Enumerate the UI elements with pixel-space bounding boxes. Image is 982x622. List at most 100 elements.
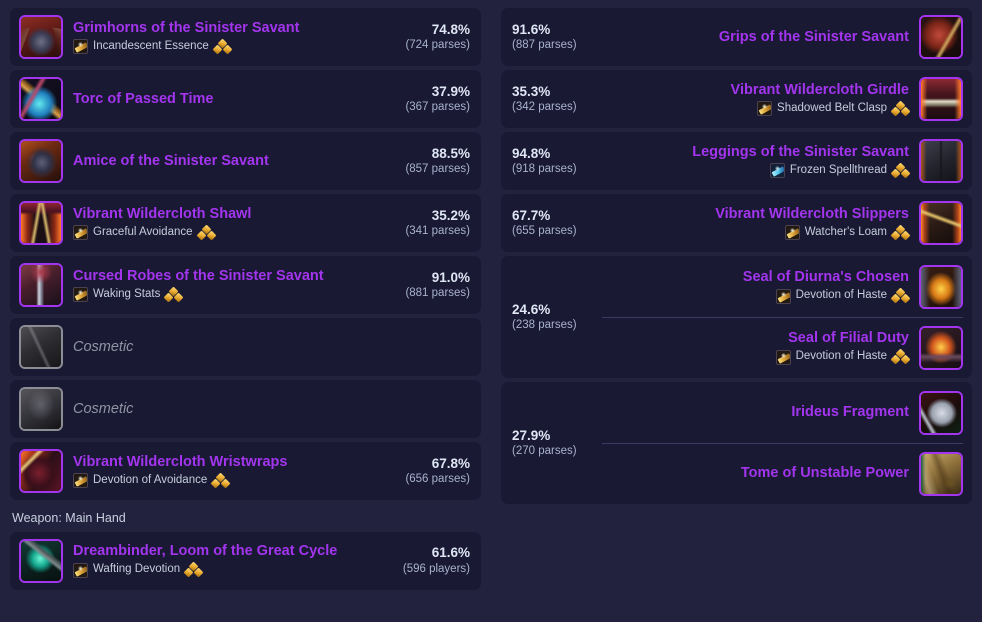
gear-info: Grips of the Sinister Savant (602, 29, 919, 45)
item-name[interactable]: Seal of Diurna's Chosen (743, 269, 909, 285)
usage-percent: 74.8% (431, 21, 470, 37)
gear-row-weapon[interactable]: Dreambinder, Loom of the Great Cycle Waf… (10, 531, 481, 590)
trinket-tome-icon[interactable] (919, 451, 963, 496)
gear-info: Leggings of the Sinister Savant Frozen S… (602, 144, 919, 179)
enchant-name: Shadowed Belt Clasp (777, 101, 887, 114)
item-name[interactable]: Grips of the Sinister Savant (719, 29, 909, 45)
item-name[interactable]: Torc of Passed Time (73, 91, 213, 107)
group-item[interactable]: Irideus Fragment (602, 383, 963, 443)
back-icon[interactable] (19, 201, 63, 245)
gear-row[interactable]: Cursed Robes of the Sinister Savant Waki… (10, 256, 481, 314)
parse-count: (367 parses) (405, 101, 470, 114)
usage-percent: 91.6% (512, 21, 551, 37)
gear-info: Dreambinder, Loom of the Great Cycle Waf… (63, 543, 386, 578)
gear-info: Torc of Passed Time (63, 91, 386, 107)
item-name[interactable]: Vibrant Wildercloth Slippers (715, 206, 909, 222)
belt-icon[interactable] (919, 77, 963, 121)
right-gear-column: 91.6% (887 parses) Grips of the Sinister… (491, 0, 982, 622)
gear-stats: 37.9% (367 parses) (386, 84, 472, 114)
gear-stats: 27.9% (270 parses) (510, 428, 602, 458)
usage-percent: 61.6% (431, 545, 470, 561)
gear-row[interactable]: 67.7% (655 parses) Vibrant Wildercloth S… (501, 194, 972, 252)
gear-info: Tome of Unstable Power (602, 465, 919, 481)
enchant-frost-icon (769, 163, 785, 179)
gear-row[interactable]: Grimhorns of the Sinister Savant Incande… (10, 8, 481, 66)
enchant-line: Watcher's Loam (784, 224, 911, 241)
enchant-scroll-icon (73, 473, 88, 489)
item-name[interactable]: Vibrant Wildercloth Girdle (731, 82, 909, 98)
enchant-name: Incandescent Essence (93, 39, 209, 52)
item-name[interactable]: Dreambinder, Loom of the Great Cycle (73, 543, 337, 559)
item-name[interactable]: Leggings of the Sinister Savant (692, 144, 909, 160)
gear-row-group[interactable]: 24.6% (238 parses) Seal of Diurna's Chos… (501, 256, 972, 378)
ring-filial-icon[interactable] (919, 325, 963, 370)
staff-icon[interactable] (19, 538, 63, 583)
gear-info: Vibrant Wildercloth Shawl Graceful Avoid… (63, 206, 386, 241)
gear-row-cosmetic[interactable]: Cosmetic (10, 380, 481, 438)
item-name[interactable]: Seal of Filial Duty (788, 330, 909, 346)
gear-info: Vibrant Wildercloth Wristwraps Devotion … (63, 454, 386, 489)
gear-row[interactable]: 35.3% (342 parses) Vibrant Wildercloth G… (501, 70, 972, 128)
parse-count: (724 parses) (405, 39, 470, 52)
cosmetic-label: Cosmetic (73, 338, 134, 355)
gear-row[interactable]: Vibrant Wildercloth Wristwraps Devotion … (10, 442, 481, 500)
gear-row-cosmetic[interactable]: Cosmetic (10, 318, 481, 376)
gear-info: Vibrant Wildercloth Girdle Shadowed Belt… (602, 82, 919, 117)
right-column-spacer (501, 508, 972, 622)
gear-info: Amice of the Sinister Savant (63, 153, 386, 169)
usage-percent: 27.9% (512, 427, 551, 443)
trinket-irideus-icon[interactable] (919, 390, 963, 435)
shoulder-icon[interactable] (19, 139, 63, 183)
helm-icon[interactable] (19, 15, 63, 59)
parse-count: (270 parses) (512, 445, 577, 458)
item-name[interactable]: Irideus Fragment (791, 404, 909, 420)
enchant-scroll-icon (73, 562, 88, 578)
group-item[interactable]: Tome of Unstable Power (602, 444, 963, 504)
enchant-name: Devotion of Haste (795, 289, 887, 302)
left-column-spacer (10, 594, 481, 622)
parse-count: (918 parses) (512, 163, 577, 176)
enchant-line: Waking Stats (73, 286, 184, 303)
left-gear-column: Grimhorns of the Sinister Savant Incande… (0, 0, 491, 622)
neck-icon[interactable] (19, 77, 63, 121)
gem-cluster-icon (212, 38, 233, 55)
usage-percent: 67.8% (431, 455, 470, 471)
enchant-name: Watcher's Loam (804, 225, 887, 238)
gear-row-group[interactable]: 27.9% (270 parses) Irideus Fragment Tome… (501, 382, 972, 504)
item-name[interactable]: Grimhorns of the Sinister Savant (73, 20, 299, 36)
parse-count: (857 parses) (405, 163, 470, 176)
item-name[interactable]: Vibrant Wildercloth Wristwraps (73, 454, 287, 470)
group-item[interactable]: Seal of Diurna's Chosen Devotion of Hast… (602, 257, 963, 317)
gear-info: Vibrant Wildercloth Slippers Watcher's L… (602, 206, 919, 241)
gear-stats: 74.8% (724 parses) (386, 22, 472, 52)
parse-count: (238 parses) (512, 319, 577, 332)
enchant-name: Devotion of Avoidance (93, 473, 208, 486)
gear-info: Cosmetic (63, 339, 386, 355)
ring-diurna-icon[interactable] (919, 264, 963, 309)
item-name[interactable]: Amice of the Sinister Savant (73, 153, 269, 169)
item-name[interactable]: Tome of Unstable Power (741, 465, 909, 481)
gear-row[interactable]: Torc of Passed Time 37.9% (367 parses) (10, 70, 481, 128)
gloves-icon[interactable] (919, 15, 963, 59)
boots-icon[interactable] (919, 201, 963, 245)
item-name[interactable]: Cursed Robes of the Sinister Savant (73, 268, 324, 284)
enchant-name: Frozen Spellthread (789, 163, 887, 176)
gear-row[interactable]: 94.8% (918 parses) Leggings of the Sinis… (501, 132, 972, 190)
group-item[interactable]: Seal of Filial Duty Devotion of Haste (602, 318, 963, 378)
group-items: Irideus Fragment Tome of Unstable Power (602, 382, 963, 504)
gem-cluster-icon (196, 224, 216, 241)
gem-cluster-icon (183, 561, 204, 578)
enchant-name: Waking Stats (93, 287, 161, 300)
gear-stats: 24.6% (238 parses) (510, 302, 602, 332)
gear-row[interactable]: Amice of the Sinister Savant 88.5% (857 … (10, 132, 481, 190)
gear-row[interactable]: Vibrant Wildercloth Shawl Graceful Avoid… (10, 194, 481, 252)
cosmetic-tabard-icon[interactable] (19, 387, 63, 431)
enchant-name: Devotion of Haste (795, 350, 887, 363)
wrist-icon[interactable] (19, 449, 63, 493)
legs-icon[interactable] (919, 139, 963, 183)
cosmetic-shirt-icon[interactable] (19, 325, 63, 369)
gear-row[interactable]: 91.6% (887 parses) Grips of the Sinister… (501, 8, 972, 66)
chest-icon[interactable] (19, 263, 63, 307)
item-name[interactable]: Vibrant Wildercloth Shawl (73, 206, 251, 222)
parse-count: (655 parses) (512, 225, 577, 238)
